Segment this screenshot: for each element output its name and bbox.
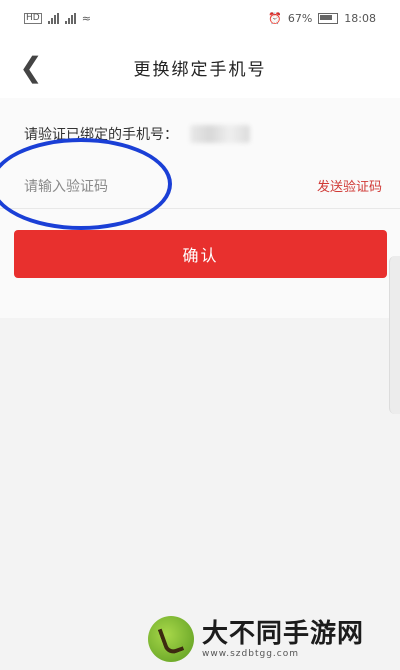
bound-phone-label: 请验证已绑定的手机号：	[24, 127, 178, 143]
blurred-phone-number	[190, 125, 250, 143]
watermark-name: 大不同手游网	[202, 619, 365, 649]
hd-icon: HD	[24, 12, 42, 24]
status-time: 18:08	[344, 11, 376, 25]
chevron-left-icon: ❮	[19, 50, 43, 84]
verification-code-input[interactable]	[22, 170, 256, 204]
status-left: HD ≈	[24, 12, 91, 25]
wifi-icon: ≈	[81, 11, 91, 25]
side-panel-edge	[389, 256, 400, 414]
battery-icon	[318, 12, 339, 24]
bound-phone-row: 请验证已绑定的手机号：	[24, 120, 384, 148]
battery-text: 67%	[287, 11, 313, 25]
watermark-text: 大不同手游网 www.szdbtgg.com	[202, 619, 364, 659]
watermark: 大不同手游网 www.szdbtgg.com	[148, 610, 396, 668]
send-code-button[interactable]: 发送验证码	[317, 176, 382, 195]
signal-icon-2	[64, 12, 76, 24]
page-title: 更换绑定手机号	[133, 59, 267, 80]
watermark-logo-icon	[148, 616, 194, 662]
watermark-url: www.szdbtgg.com	[202, 649, 299, 659]
status-right: ⏰ 67% 18:08	[268, 12, 376, 25]
confirm-button[interactable]: 确认	[14, 230, 387, 278]
status-bar: HD ≈ ⏰ 67% 18:08	[0, 0, 400, 36]
form-area: 请验证已绑定的手机号： 发送验证码 确认	[0, 98, 400, 414]
back-button[interactable]: ❮	[16, 50, 46, 84]
title-bar: ❮ 更换绑定手机号	[0, 36, 400, 99]
signal-icon	[47, 12, 59, 24]
verification-code-row: 发送验证码	[0, 164, 400, 209]
alarm-icon: ⏰	[268, 11, 282, 25]
